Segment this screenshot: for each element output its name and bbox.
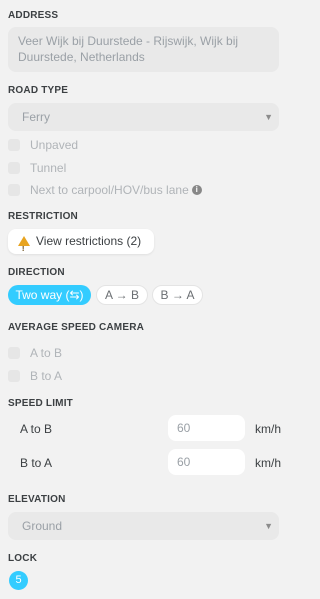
speed-limit-label: SPEED LIMIT — [8, 398, 73, 409]
direction-a-to-b-button[interactable]: A → B — [96, 285, 148, 305]
view-restrictions-label: View restrictions (2) — [36, 234, 142, 248]
speed-limit-b-to-a-input[interactable]: 60 — [168, 449, 245, 475]
checkbox-camera-b-to-a[interactable]: B to A — [8, 368, 62, 384]
speed-limit-b-to-a-label: B to A — [20, 456, 53, 470]
address-line-1: Veer Wijk bij Duurstede - Rijswijk, Wijk… — [18, 34, 239, 48]
checkbox-box[interactable] — [8, 183, 20, 196]
view-restrictions-button[interactable]: View restrictions (2) — [8, 229, 154, 262]
direction-two-way-button[interactable]: Two way (⇆) — [8, 285, 91, 305]
checkbox-unpaved[interactable]: Unpaved — [8, 137, 78, 153]
checkbox-label: Tunnel — [30, 161, 67, 175]
speed-limit-a-to-b-label: A to B — [20, 422, 53, 436]
chevron-down-icon: ▼ — [264, 521, 273, 531]
checkbox-label: Next to carpool/HOV/bus lane — [30, 183, 189, 197]
speed-limit-a-to-b-unit: km/h — [255, 422, 282, 436]
warning-icon — [18, 236, 30, 262]
checkbox-carpool-lane[interactable]: Next to carpool/HOV/bus lane i — [8, 182, 202, 198]
address-line-2: Duurstede, Netherlands — [18, 50, 145, 64]
speed-limit-b-to-a-unit: km/h — [255, 456, 282, 470]
checkbox-label: B to A — [30, 369, 63, 383]
direction-label: DIRECTION — [8, 267, 65, 278]
checkbox-box[interactable] — [8, 369, 20, 382]
road-type-select[interactable]: Ferry ▼ — [8, 103, 279, 131]
road-type-label: ROAD TYPE — [8, 85, 69, 96]
elevation-label: ELEVATION — [8, 494, 66, 505]
checkbox-label: A to B — [30, 346, 63, 360]
speed-camera-label: AVERAGE SPEED CAMERA — [8, 322, 145, 333]
info-icon[interactable]: i — [191, 184, 202, 195]
chevron-down-icon: ▼ — [264, 112, 273, 122]
checkbox-box[interactable] — [8, 346, 20, 359]
restriction-label: RESTRICTION — [8, 211, 78, 222]
lock-level-badge[interactable]: 5 — [9, 571, 28, 590]
elevation-select[interactable]: Ground ▼ — [8, 512, 279, 540]
address-label: ADDRESS — [8, 10, 59, 21]
elevation-selected-value: Ground — [22, 519, 63, 533]
road-type-selected-value: Ferry — [22, 110, 50, 124]
checkbox-camera-a-to-b[interactable]: A to B — [8, 345, 62, 361]
address-field[interactable]: Veer Wijk bij Duurstede - Rijswijk, Wijk… — [8, 27, 279, 72]
checkbox-label: Unpaved — [30, 138, 79, 152]
checkbox-box[interactable] — [8, 138, 20, 151]
checkbox-tunnel[interactable]: Tunnel — [8, 160, 66, 176]
speed-limit-a-to-b-input[interactable]: 60 — [168, 415, 245, 441]
direction-b-to-a-button[interactable]: B → A — [152, 285, 203, 305]
lock-label: LOCK — [8, 553, 38, 564]
checkbox-box[interactable] — [8, 161, 20, 174]
